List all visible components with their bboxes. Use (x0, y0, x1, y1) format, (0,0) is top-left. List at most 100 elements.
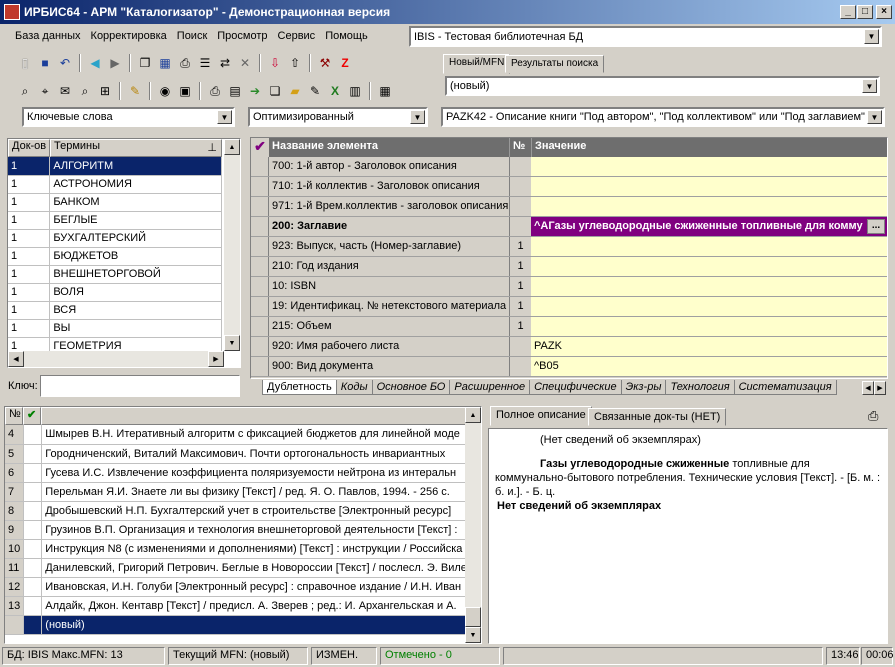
grid-icon[interactable]: ▦ (156, 54, 174, 72)
list-item[interactable]: 1 ВЫ (8, 319, 222, 338)
table-row[interactable]: 5 Городниченский, Виталий Максимович. Поч… (5, 444, 467, 464)
tab-search-results[interactable]: Результаты поиска (505, 55, 605, 73)
rec-check[interactable] (23, 425, 43, 445)
export-icon[interactable]: ⇧ (286, 54, 304, 72)
ellipsis-button[interactable]: ... (867, 219, 885, 234)
z-icon[interactable]: Z (336, 54, 354, 72)
menu-help[interactable]: Помощь (320, 30, 373, 42)
table-row[interactable]: 971: 1-й Врем.коллектив - заголовок опис… (251, 197, 887, 217)
new-doc-icon[interactable]: ▯ (16, 54, 34, 72)
field-value[interactable]: PAZK (531, 337, 887, 356)
table-row[interactable]: 10: ISBN 1 (251, 277, 887, 297)
menu-search[interactable]: Поиск (172, 30, 212, 42)
scroll-down-icon[interactable]: ▼ (224, 335, 240, 351)
folder-icon[interactable]: ▣ (176, 82, 194, 100)
doc-icon[interactable]: ▤ (226, 82, 244, 100)
back-icon[interactable]: ◀ (86, 54, 104, 72)
doc-arrow-icon[interactable]: ➔ (246, 82, 264, 100)
table-row[interactable]: 4 Шмырев В.Н. Итеративный алгоритм с фикс… (5, 425, 467, 445)
field-value[interactable] (531, 237, 887, 256)
records-scrollbar[interactable]: ▲ ▼ (465, 407, 481, 643)
table-row[interactable]: 920: Имя рабочего листа PAZK (251, 337, 887, 357)
field-value[interactable]: ^B05 (531, 357, 887, 376)
scroll-thumb[interactable] (465, 607, 481, 627)
mail-icon[interactable]: ✉ (56, 82, 74, 100)
table-row[interactable]: 710: 1-й коллектив - Заголовок описания (251, 177, 887, 197)
list-item[interactable]: 1 ВСЯ (8, 301, 222, 320)
save-icon[interactable]: ■ (36, 54, 54, 72)
table-row[interactable]: 200: Заглавие ^AГазы углеводородные сжиж… (251, 217, 887, 237)
pin-icon[interactable]: ⊥ (207, 141, 217, 154)
table-row[interactable]: 900: Вид документа ^B05 (251, 357, 887, 377)
table-row[interactable]: 12 Ивановская, И.Н. Голуби [Электронный р… (5, 577, 467, 597)
undo-icon[interactable]: ↶ (56, 54, 74, 72)
terms-scrollbar[interactable]: ▲ ▼ (224, 139, 240, 351)
table-row[interactable]: 923: Выпуск, часть (Номер-заглавие) 1 (251, 237, 887, 257)
brush-icon[interactable]: ✎ (126, 82, 144, 100)
maximize-icon[interactable]: □ (857, 5, 873, 19)
col-doc-count[interactable]: Док-ов (8, 139, 50, 157)
menu-edit[interactable]: Корректировка (86, 30, 172, 42)
field-value[interactable] (531, 197, 887, 216)
table-row[interactable]: 210: Год издания 1 (251, 257, 887, 277)
tab-right-icon[interactable]: ▶ (874, 381, 886, 395)
rec-check[interactable] (23, 444, 43, 464)
field-value[interactable] (531, 257, 887, 276)
col-rec-num[interactable]: № (5, 407, 23, 425)
field-value[interactable] (531, 177, 887, 196)
table-row[interactable]: 7 Перельман Я.И. Знаете ли вы физику [Тек… (5, 482, 467, 502)
scroll-down-icon[interactable]: ▼ (465, 627, 481, 643)
printer-icon[interactable]: ⎙ (206, 82, 224, 100)
col-rec-text[interactable] (41, 407, 481, 425)
list-item[interactable]: 1 ВОЛЯ (8, 283, 222, 302)
scroll-up-icon[interactable]: ▲ (224, 139, 240, 155)
db-combo[interactable]: IBIS - Тестовая библиотечная БД ▼ (409, 26, 882, 47)
forward-icon[interactable]: ▶ (106, 54, 124, 72)
edit-doc-icon[interactable]: ✎ (306, 82, 324, 100)
tab-scroll[interactable]: ◀ ▶ (862, 381, 886, 395)
table-row[interactable]: 9 Грузинов В.П. Организация и технология … (5, 520, 467, 540)
minimize-icon[interactable]: _ (840, 5, 856, 19)
scroll-up-icon[interactable]: ▲ (465, 407, 481, 423)
field-value[interactable]: ^AГазы углеводородные сжиженные топливны… (531, 217, 887, 236)
app-icon[interactable] (4, 4, 20, 20)
tools-icon[interactable]: ⚒ (316, 54, 334, 72)
pages-icon[interactable]: ❏ (266, 82, 284, 100)
search-window-icon[interactable]: ⌕ (16, 82, 34, 100)
chevron-down-icon[interactable]: ▼ (867, 110, 882, 124)
field-value[interactable] (531, 277, 887, 296)
tab-field-group[interactable]: Специфические (529, 380, 622, 395)
list-item[interactable]: 1 АСТРОНОМИЯ (8, 175, 222, 194)
calc-icon[interactable]: ▦ (376, 82, 394, 100)
table-row-new[interactable]: (новый) (5, 615, 467, 635)
mfn-combo[interactable]: (новый) ▼ (445, 76, 880, 96)
menu-view[interactable]: Просмотр (212, 30, 272, 42)
tab-new-mfn[interactable]: Новый/MFN (443, 54, 511, 74)
table-row[interactable]: 19: Идентификац. № нетекстового материал… (251, 297, 887, 317)
field-value[interactable] (531, 157, 887, 176)
scroll-left-icon[interactable]: ◀ (8, 351, 24, 367)
tab-field-group[interactable]: Коды (335, 380, 373, 395)
tab-field-group[interactable]: Основное БО (371, 380, 451, 395)
list-item[interactable]: 1 БЕГЛЫЕ (8, 211, 222, 230)
rec-check[interactable] (23, 501, 43, 521)
field-value[interactable] (531, 297, 887, 316)
col-element-name[interactable]: Название элемента (269, 138, 509, 157)
menu-database[interactable]: База данных (10, 30, 86, 42)
table-row[interactable]: 6 Гусева И.С. Извлечение коэффициента пол… (5, 463, 467, 483)
list-icon[interactable]: ☰ (196, 54, 214, 72)
list-item[interactable]: 1 БУХГАЛТЕРСКИЙ (8, 229, 222, 248)
rec-check[interactable] (23, 558, 43, 578)
chevron-down-icon[interactable]: ▼ (410, 110, 425, 124)
rec-check[interactable] (23, 520, 43, 540)
list-item[interactable]: 1 ВНЕШНЕТОРГОВОЙ (8, 265, 222, 284)
rec-check[interactable] (23, 596, 43, 616)
import-icon[interactable]: ⇩ (266, 54, 284, 72)
close-icon[interactable]: × (876, 5, 892, 19)
excel-icon[interactable]: X (326, 82, 344, 100)
tree-icon[interactable]: ⊞ (96, 82, 114, 100)
table-row[interactable]: 700: 1-й автор - Заголовок описания (251, 157, 887, 177)
delete-icon[interactable]: ✕ (236, 54, 254, 72)
chevron-down-icon[interactable]: ▼ (217, 110, 232, 124)
col-number[interactable]: № (509, 138, 531, 157)
